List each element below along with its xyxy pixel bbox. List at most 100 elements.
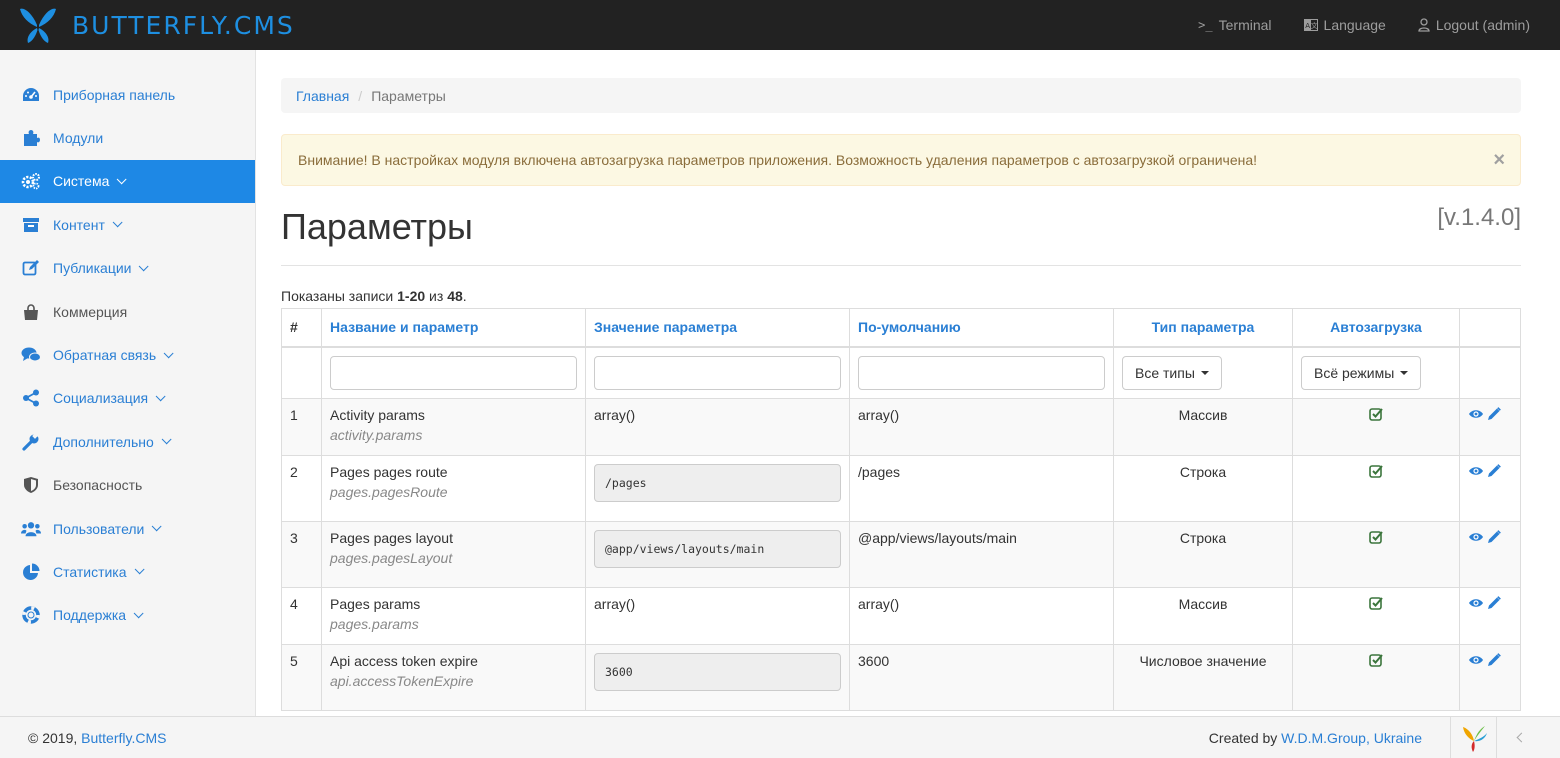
created-prefix: Created by [1208, 729, 1282, 746]
param-key: pages.pagesRoute [330, 484, 448, 500]
logout-label: Logout (admin) [1435, 17, 1530, 33]
autoload-filter-dropdown[interactable]: Всё режимы [1301, 355, 1422, 390]
sidebar-item-archive[interactable]: Контент [0, 203, 255, 246]
logout-link[interactable]: Logout (admin) [1418, 17, 1530, 33]
col-num: # [281, 308, 322, 348]
value-filter-input[interactable] [594, 355, 841, 390]
chevron-down-icon [133, 608, 144, 619]
caret-down-icon [1200, 370, 1209, 375]
eye-icon[interactable] [1468, 596, 1484, 613]
param-value-field[interactable]: 3600 [594, 653, 841, 691]
param-value-field[interactable]: @app/views/layouts/main [594, 530, 841, 568]
sidebar-item-lifebuoy[interactable]: Поддержка [0, 594, 255, 637]
caret-down-icon [1400, 370, 1409, 375]
row-type: Массив [1113, 587, 1293, 645]
pencil-icon[interactable] [1487, 530, 1501, 547]
row-num: 3 [281, 521, 322, 588]
puzzle-icon [21, 128, 41, 148]
footer: © 2019, Butterfly.CMS Created by W.D.M.G… [0, 716, 1560, 758]
footer-author-link[interactable]: W.D.M.Group, Ukraine [1281, 730, 1422, 746]
page-title: Параметры [281, 206, 473, 247]
table-row: 1 Activity params activity.params array() ar… [281, 398, 1521, 456]
language-label: Language [1323, 17, 1386, 33]
row-default: @app/views/layouts/main [849, 521, 1114, 588]
col-value-sort[interactable]: Значение параметра [585, 308, 850, 348]
sidebar-item-label: Статистика [53, 563, 127, 580]
pencil-icon[interactable] [1487, 596, 1501, 613]
summary-prefix: Показаны записи [281, 288, 398, 304]
sidebar-item-puzzle[interactable]: Модули [0, 116, 255, 159]
chevron-left-icon [1516, 732, 1527, 743]
dashboard-icon [21, 85, 41, 105]
col-name-sort[interactable]: Название и параметр [321, 308, 586, 348]
summary-range: 1-20 [397, 288, 426, 304]
row-value-cell: array() [585, 587, 850, 645]
default-filter-input[interactable] [858, 355, 1105, 390]
summary-suffix: . [462, 288, 467, 304]
sidebar-item-label: Обратная связь [53, 347, 157, 364]
yii-debug-toolbar[interactable] [1450, 716, 1496, 758]
check-square-icon [1369, 653, 1383, 670]
eye-icon[interactable] [1468, 653, 1484, 670]
row-name-cell: Pages params pages.params [321, 587, 586, 645]
sidebar-item-shield[interactable]: Безопасность [0, 464, 255, 507]
pencil-icon[interactable] [1487, 464, 1501, 481]
row-type: Строка [1113, 521, 1293, 588]
sidebar-item-label: Контент [53, 216, 105, 233]
close-icon[interactable]: × [1493, 150, 1505, 170]
row-actions [1459, 455, 1521, 522]
row-num: 4 [281, 587, 322, 645]
language-link[interactable]: A 文 Language [1303, 17, 1386, 33]
col-type-sort[interactable]: Тип параметра [1113, 308, 1293, 348]
row-default: 3600 [849, 644, 1114, 711]
wrench-icon [21, 432, 41, 452]
brand[interactable]: BUTTERFLY.CMS [18, 5, 295, 45]
sidebar-item-shopping-bag[interactable]: Коммерция [0, 290, 255, 333]
summary-middle: из [425, 288, 448, 304]
pencil-icon[interactable] [1487, 407, 1501, 424]
sidebar-item-pie-chart[interactable]: Статистика [0, 550, 255, 593]
row-autoload [1292, 644, 1460, 711]
col-default-sort[interactable]: По-умолчанию [849, 308, 1114, 348]
col-actions [1459, 308, 1521, 348]
footer-created: Created by W.D.M.Group, Ukraine [1209, 730, 1422, 746]
chevron-down-icon [163, 347, 174, 358]
scrollbar[interactable] [1546, 50, 1560, 716]
alert-text: Внимание! В настройках модуля включена а… [298, 152, 1258, 168]
sidebar-item-users[interactable]: Пользователи [0, 507, 255, 550]
table-row: 3 Pages pages layout pages.pagesLayout @app… [281, 521, 1521, 588]
sidebar-item-comments[interactable]: Обратная связь [0, 333, 255, 376]
eye-icon[interactable] [1468, 464, 1484, 481]
row-value-cell: /pages [585, 455, 850, 522]
toolbar-toggle[interactable] [1496, 716, 1546, 758]
breadcrumb-separator: / [358, 87, 363, 104]
svg-text:A: A [1305, 22, 1310, 30]
row-actions [1459, 398, 1521, 456]
sidebar-item-gears[interactable]: Система [0, 159, 255, 204]
row-num: 1 [281, 398, 322, 456]
col-autoload-sort[interactable]: Автозагрузка [1292, 308, 1460, 348]
row-actions [1459, 587, 1521, 645]
breadcrumb-home[interactable]: Главная [296, 88, 349, 104]
pencil-icon[interactable] [1487, 653, 1501, 670]
row-value-cell: @app/views/layouts/main [585, 521, 850, 588]
sidebar-item-share[interactable]: Социализация [0, 377, 255, 420]
check-square-icon [1369, 596, 1383, 613]
type-filter-dropdown[interactable]: Все типы [1122, 355, 1222, 390]
row-num: 5 [281, 644, 322, 711]
terminal-label: Terminal [1218, 17, 1272, 33]
sidebar-item-dashboard[interactable]: Приборная панель [0, 73, 255, 116]
sidebar-item-wrench[interactable]: Дополнительно [0, 420, 255, 463]
sidebar-item-label: Дополнительно [53, 433, 154, 450]
row-name-cell: Pages pages route pages.pagesRoute [321, 455, 586, 522]
terminal-link[interactable]: >_ Terminal [1198, 17, 1271, 33]
check-square-icon [1369, 464, 1383, 481]
main-content: Главная / Параметры Внимание! В настройк… [281, 50, 1521, 711]
sidebar-item-edit[interactable]: Публикации [0, 247, 255, 290]
eye-icon[interactable] [1468, 407, 1484, 424]
eye-icon[interactable] [1468, 530, 1484, 547]
param-value-field[interactable]: /pages [594, 464, 841, 502]
name-filter-input[interactable] [330, 355, 577, 390]
footer-brand-link[interactable]: Butterfly.CMS [81, 730, 166, 746]
chevron-down-icon [161, 434, 172, 445]
